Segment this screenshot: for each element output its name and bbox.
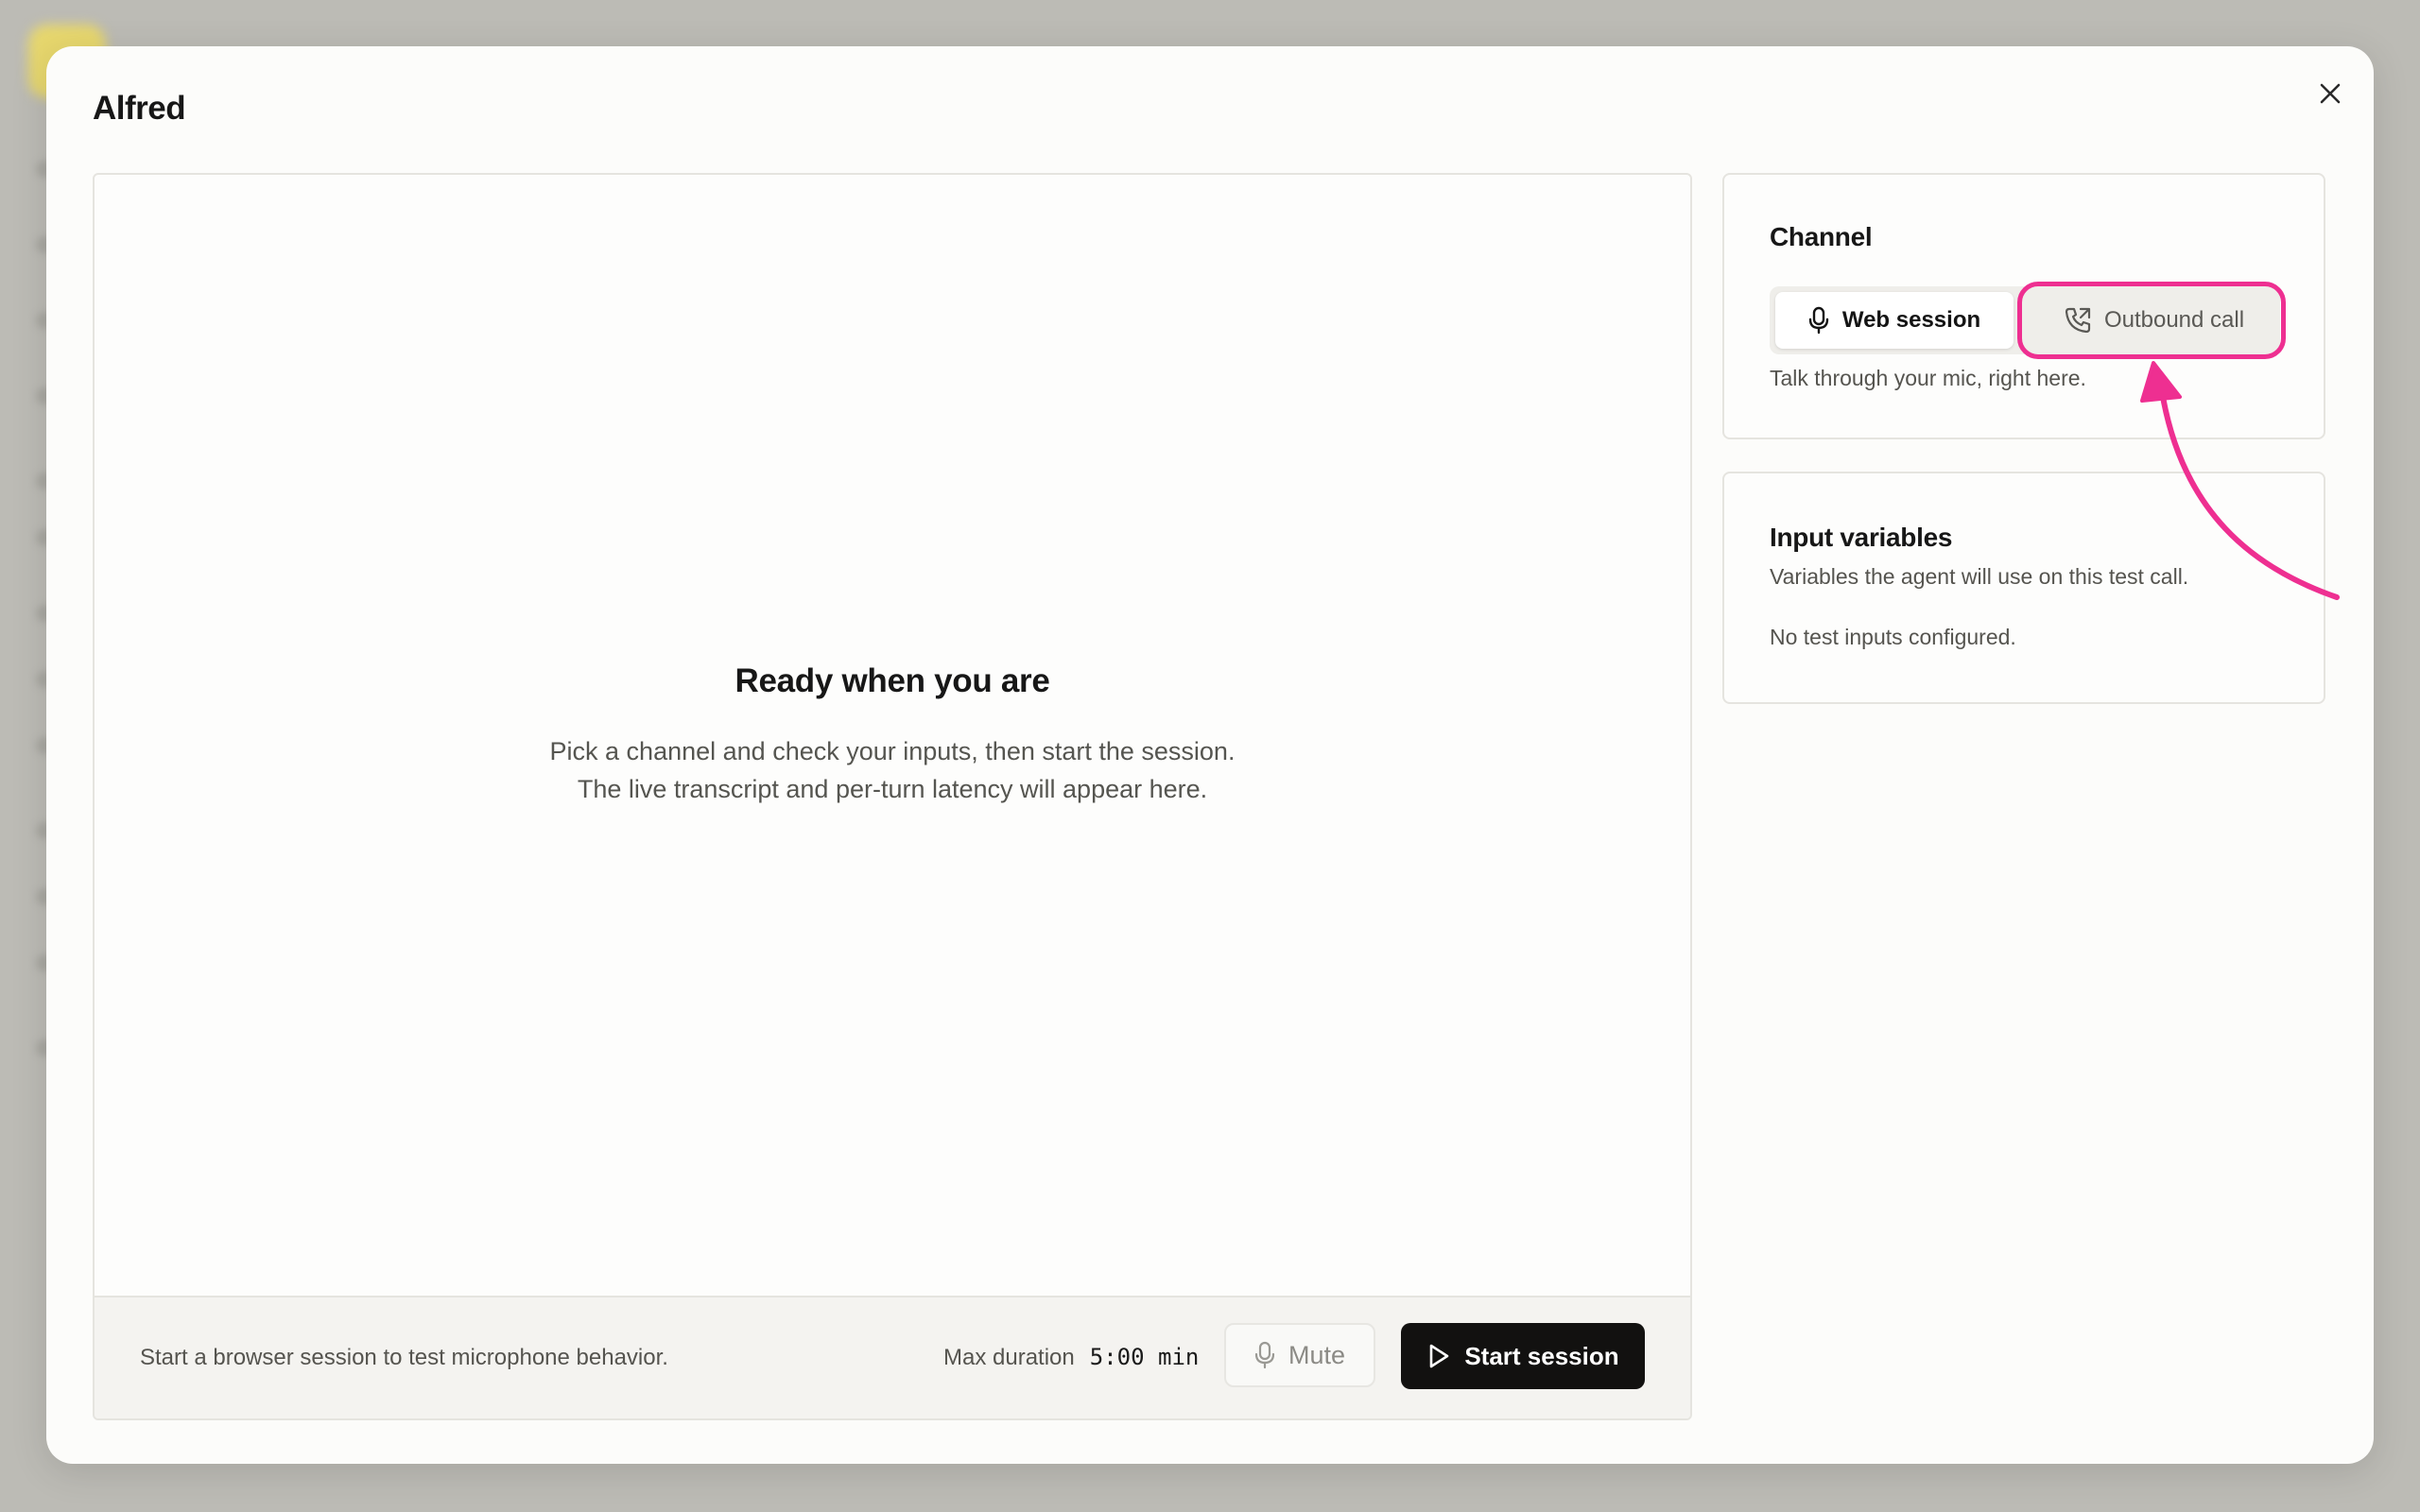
session-footer: Start a browser session to test micropho… bbox=[95, 1296, 1690, 1418]
max-duration-label: Max duration bbox=[943, 1345, 1075, 1370]
mute-label: Mute bbox=[1288, 1340, 1346, 1369]
channel-title: Channel bbox=[1770, 222, 1873, 251]
footer-hint: Start a browser session to test micropho… bbox=[140, 1345, 668, 1370]
mute-button[interactable]: Mute bbox=[1224, 1323, 1375, 1387]
web-session-option[interactable]: Web session bbox=[1775, 292, 2014, 349]
empty-state-line: The live transcript and per-turn latency… bbox=[577, 775, 1208, 803]
start-session-button[interactable]: Start session bbox=[1401, 1323, 1645, 1389]
input-variables-card: Input variables Variables the agent will… bbox=[1722, 472, 2325, 704]
channel-selector: Web session Outbound call bbox=[1770, 286, 2280, 354]
empty-state-title: Ready when you are bbox=[735, 662, 1050, 699]
outbound-call-label: Outbound call bbox=[2103, 307, 2245, 333]
transcript-panel: Ready when you are Pick a channel and ch… bbox=[93, 173, 1692, 1420]
input-variables-subtitle: Variables the agent will use on this tes… bbox=[1770, 564, 2189, 589]
channel-description: Talk through your mic, right here. bbox=[1770, 366, 2086, 390]
microphone-icon bbox=[1808, 306, 1829, 335]
close-button[interactable] bbox=[2311, 75, 2349, 112]
input-variables-title: Input variables bbox=[1770, 523, 1953, 552]
start-session-label: Start session bbox=[1464, 1341, 1619, 1370]
phone-outgoing-icon bbox=[2065, 307, 2091, 334]
max-duration-value: 5:00 min bbox=[1089, 1344, 1200, 1370]
web-session-label: Web session bbox=[1841, 307, 1981, 333]
outbound-call-option[interactable]: Outbound call bbox=[2031, 292, 2276, 349]
play-icon bbox=[1430, 1344, 1449, 1368]
empty-state: Ready when you are Pick a channel and ch… bbox=[95, 662, 1690, 808]
modal-title: Alfred bbox=[93, 90, 186, 127]
empty-state-line: Pick a channel and check your inputs, th… bbox=[549, 737, 1236, 765]
input-variables-empty: No test inputs configured. bbox=[1770, 625, 2016, 649]
test-session-modal: Alfred Ready when you are Pick a channel… bbox=[46, 46, 2374, 1464]
close-icon bbox=[2320, 83, 2341, 104]
microphone-icon bbox=[1254, 1341, 1275, 1369]
channel-card: Channel Web session Outbound call Talk t… bbox=[1722, 173, 2325, 439]
max-duration: Max duration 5:00 min bbox=[943, 1344, 1199, 1371]
